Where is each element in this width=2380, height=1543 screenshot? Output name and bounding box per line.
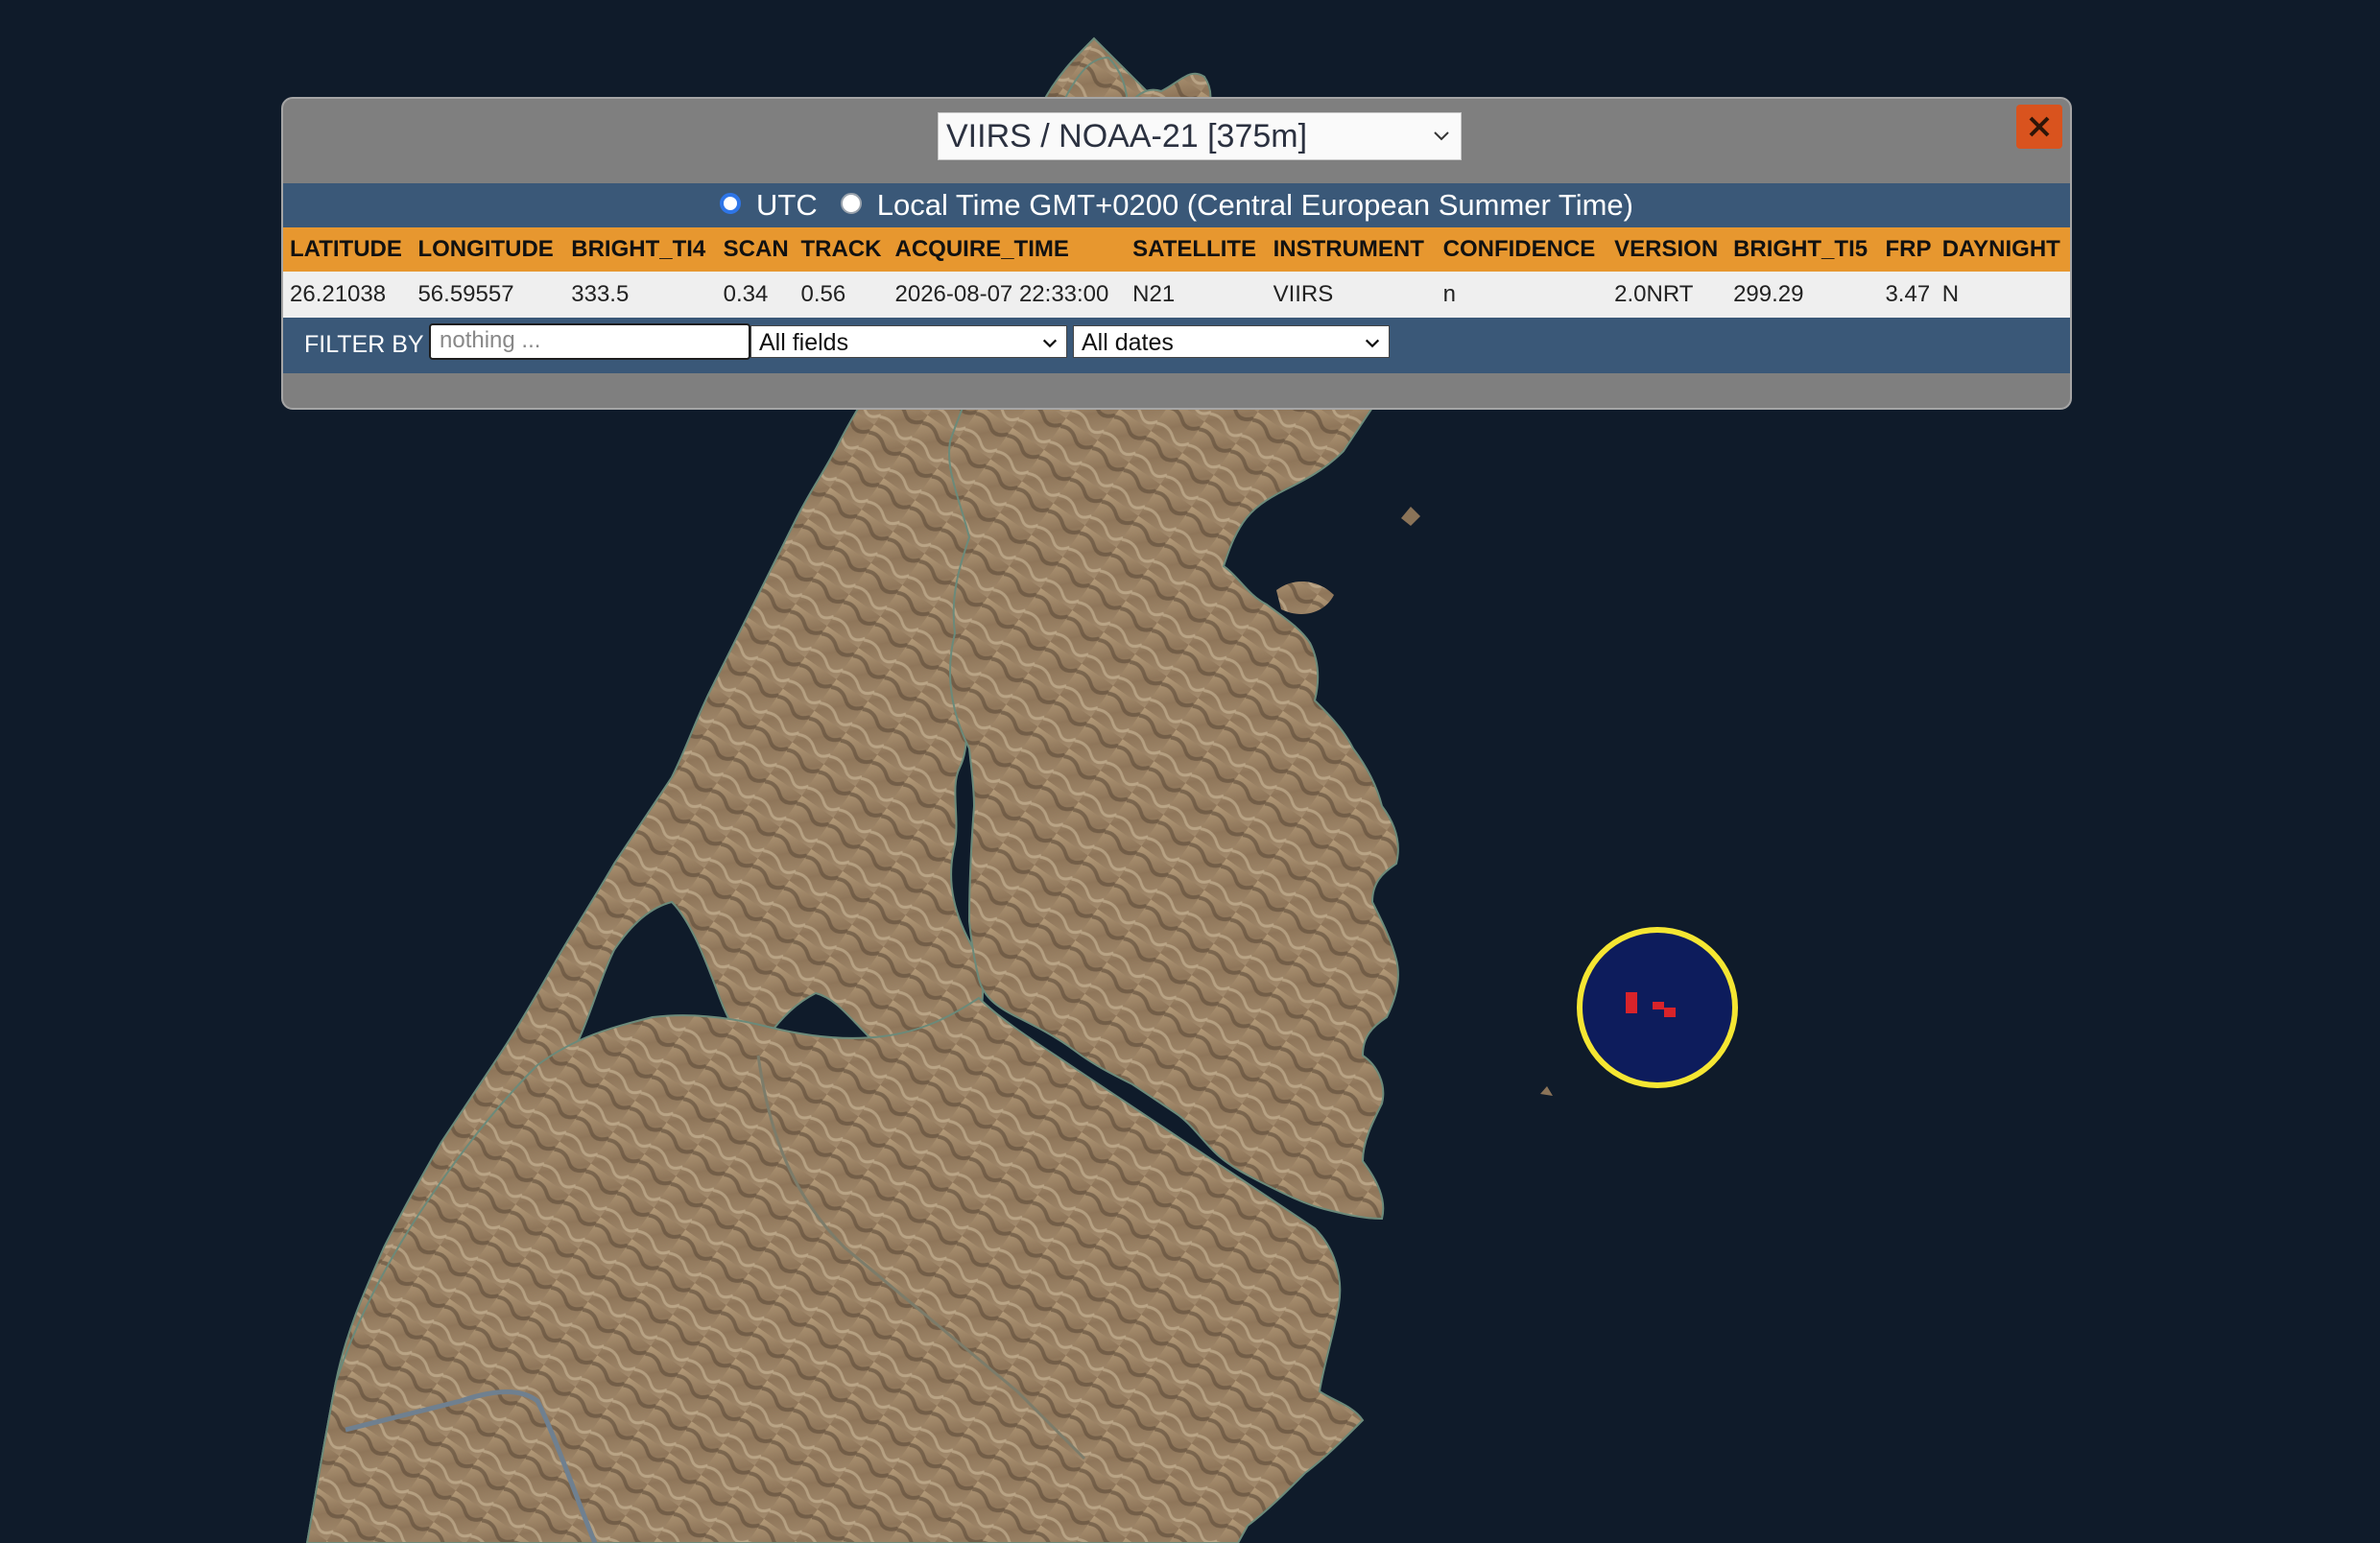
local-time-radio[interactable] bbox=[840, 193, 862, 214]
field-select[interactable]: All fields bbox=[750, 325, 1067, 358]
time-mode-row: UTC Local Time GMT+0200 (Central Europea… bbox=[283, 183, 2070, 227]
column-header[interactable]: TRACK bbox=[794, 227, 889, 272]
chevron-down-icon bbox=[1042, 339, 1058, 348]
utc-radio-label: UTC bbox=[756, 188, 818, 222]
date-select[interactable]: All dates bbox=[1073, 325, 1390, 358]
close-icon bbox=[2029, 116, 2050, 137]
column-header[interactable]: VERSION bbox=[1607, 227, 1727, 272]
filter-input[interactable]: nothing ... bbox=[429, 323, 750, 360]
column-header[interactable]: INSTRUMENT bbox=[1266, 227, 1437, 272]
column-header[interactable]: FRP bbox=[1878, 227, 1936, 272]
filter-label: FILTER BY bbox=[304, 331, 424, 358]
close-button[interactable] bbox=[2016, 105, 2062, 149]
table-row[interactable]: 26.21038 56.59557 333.5 0.34 0.56 2026-0… bbox=[283, 272, 2070, 318]
fire-marker[interactable] bbox=[1577, 927, 1738, 1088]
chevron-down-icon bbox=[1365, 339, 1380, 348]
table-cell: 3.47 bbox=[1878, 272, 1936, 318]
table-cell: n bbox=[1436, 272, 1608, 318]
date-select-value: All dates bbox=[1082, 329, 1174, 356]
table-cell: 26.21038 bbox=[283, 272, 412, 318]
local-time-radio-label: Local Time GMT+0200 (Central European Su… bbox=[876, 188, 1633, 222]
table-header-row: LATITUDE LONGITUDE BRIGHT_TI4 SCAN TRACK… bbox=[283, 227, 2070, 272]
fire-data-table: LATITUDE LONGITUDE BRIGHT_TI4 SCAN TRACK… bbox=[283, 227, 2070, 318]
source-select[interactable]: VIIRS / NOAA-21 [375m] bbox=[938, 112, 1462, 160]
column-header[interactable]: ACQUIRE_TIME bbox=[888, 227, 1127, 272]
table-cell: N bbox=[1935, 272, 2070, 318]
source-select-value: VIIRS / NOAA-21 [375m] bbox=[946, 118, 1308, 154]
column-header[interactable]: BRIGHT_TI5 bbox=[1726, 227, 1879, 272]
column-header[interactable]: LONGITUDE bbox=[411, 227, 565, 272]
fire-data-panel: VIIRS / NOAA-21 [375m] UTC Local Time GM… bbox=[281, 97, 2072, 410]
table-cell: 56.59557 bbox=[411, 272, 565, 318]
table-cell: 299.29 bbox=[1726, 272, 1879, 318]
table-cell: 2.0NRT bbox=[1607, 272, 1727, 318]
column-header[interactable]: BRIGHT_TI4 bbox=[564, 227, 717, 272]
fire-marker-icon bbox=[1626, 992, 1637, 1013]
table-cell: 0.34 bbox=[716, 272, 795, 318]
filter-row: FILTER BY nothing ... All fields All dat… bbox=[283, 318, 2070, 373]
column-header[interactable]: SATELLITE bbox=[1126, 227, 1267, 272]
table-cell: VIIRS bbox=[1266, 272, 1437, 318]
table-cell: 0.56 bbox=[794, 272, 889, 318]
field-select-value: All fields bbox=[759, 329, 849, 356]
column-header[interactable]: SCAN bbox=[716, 227, 795, 272]
table-cell: 333.5 bbox=[564, 272, 717, 318]
table-cell: N21 bbox=[1126, 272, 1267, 318]
chevron-down-icon bbox=[1434, 131, 1449, 141]
column-header[interactable]: DAYNIGHT bbox=[1935, 227, 2070, 272]
utc-radio[interactable] bbox=[720, 193, 742, 214]
panel-header: VIIRS / NOAA-21 [375m] bbox=[283, 99, 2070, 183]
column-header[interactable]: CONFIDENCE bbox=[1436, 227, 1608, 272]
column-header[interactable]: LATITUDE bbox=[283, 227, 412, 272]
table-cell: 2026-08-07 22:33:00 bbox=[888, 272, 1127, 318]
